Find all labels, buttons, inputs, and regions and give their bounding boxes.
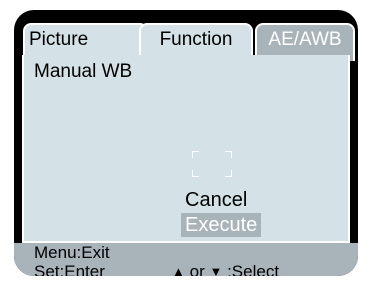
section-title: Manual WB [34, 61, 133, 82]
menu-exit-hint: Menu:Exit [34, 243, 110, 262]
select-hint: ▲ or ▼ :Select [172, 262, 279, 276]
execute-option[interactable]: Execute [181, 213, 262, 237]
down-arrow-icon: ▼ [209, 264, 223, 276]
settings-panel: Manual WB Cancel Execute [22, 55, 350, 243]
up-arrow-icon: ▲ [172, 264, 185, 276]
or-text: or [189, 262, 205, 276]
focus-frame-icon [192, 151, 232, 177]
select-text: :Select [227, 262, 280, 276]
set-enter-hint: Set:Enter [34, 262, 105, 276]
cancel-option[interactable]: Cancel [185, 188, 247, 212]
camera-menu-screen: Picture Function AE/AWB Manual WB Cancel… [14, 10, 358, 276]
tab-bar: Picture Function AE/AWB [14, 10, 358, 61]
